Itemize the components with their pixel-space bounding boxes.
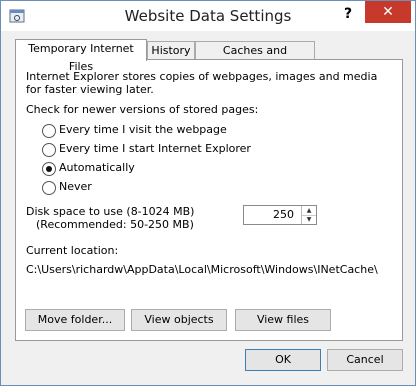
radio-never[interactable] <box>42 181 56 195</box>
radio-every-start-label[interactable]: Every time I start Internet Explorer <box>59 142 251 155</box>
radio-every-visit-label[interactable]: Every time I visit the webpage <box>59 123 227 136</box>
disk-space-value[interactable]: 250 <box>273 208 294 221</box>
view-objects-button[interactable]: View objects <box>131 309 227 331</box>
ok-button[interactable]: OK <box>245 349 321 371</box>
dialog-window: Website Data Settings ? ✕ Temporary Inte… <box>0 0 416 386</box>
view-files-button[interactable]: View files <box>235 309 331 331</box>
tab-history[interactable]: History <box>147 41 195 60</box>
close-button[interactable]: ✕ <box>365 1 411 23</box>
stepper-buttons: ▲ ▼ <box>301 206 316 224</box>
spin-down-icon[interactable]: ▼ <box>302 215 316 224</box>
tab-panel: Internet Explorer stores copies of webpa… <box>15 59 403 341</box>
disk-space-recommended: (Recommended: 50-250 MB) <box>36 218 194 231</box>
current-location-path: C:\Users\richardw\AppData\Local\Microsof… <box>26 263 378 276</box>
radio-automatically[interactable] <box>42 162 56 176</box>
intro-text-line2: for faster viewing later. <box>26 83 154 96</box>
disk-space-label: Disk space to use (8-1024 MB) <box>26 205 195 218</box>
radio-never-label[interactable]: Never <box>59 180 92 193</box>
radio-automatically-label[interactable]: Automatically <box>59 161 135 174</box>
radio-every-start[interactable] <box>42 143 56 157</box>
tab-temporary-internet-files[interactable]: Temporary Internet Files <box>15 39 147 73</box>
current-location-label: Current location: <box>26 244 119 257</box>
help-button[interactable]: ? <box>335 3 361 25</box>
tab-caches-and-databases[interactable]: Caches and databases <box>195 41 315 75</box>
title-bar: Website Data Settings ? ✕ <box>1 1 415 31</box>
move-folder-button[interactable]: Move folder... <box>25 309 125 331</box>
radio-every-visit[interactable] <box>42 124 56 138</box>
cancel-button[interactable]: Cancel <box>327 349 403 371</box>
check-label: Check for newer versions of stored pages… <box>26 103 259 116</box>
disk-space-stepper[interactable]: 250 ▲ ▼ <box>243 205 317 225</box>
